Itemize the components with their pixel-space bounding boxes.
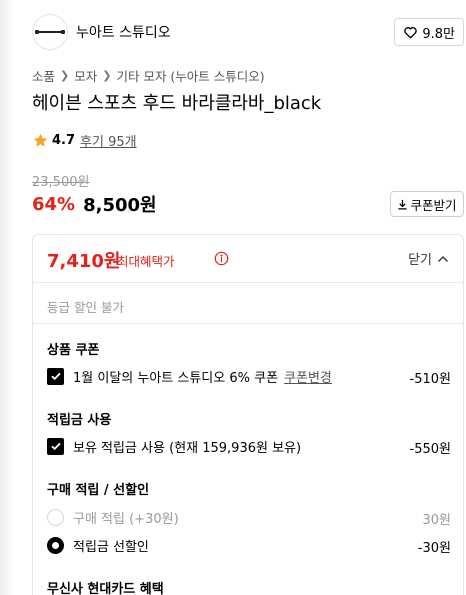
section-divider bbox=[33, 323, 463, 324]
check-icon bbox=[50, 442, 61, 451]
original-price: 23,500원 bbox=[32, 175, 90, 190]
info-icon[interactable] bbox=[214, 251, 229, 266]
coupon-amount: -510원 bbox=[409, 372, 451, 387]
points-option-row: 보유 적립금 사용 (현재 159,936원 보유) -550원 bbox=[47, 436, 451, 457]
breadcrumb: 소품 ❯ 모자 ❯ 기타 모자 (누아트 스튜디오) bbox=[32, 66, 265, 85]
brand-header: 누아트 스튜디오 9.8만 bbox=[32, 14, 464, 50]
brand-name[interactable]: 누아트 스튜디오 bbox=[76, 22, 171, 42]
coupon-change-link[interactable]: 쿠폰변경 bbox=[284, 367, 332, 386]
prediscount-label: 적립금 선할인 bbox=[73, 539, 149, 555]
coupon-item-label: 1월 이달의 누아트 스튜디오 6% 쿠폰 bbox=[73, 370, 279, 386]
purchase-reward-amount: 30원 bbox=[422, 513, 451, 528]
heart-icon bbox=[404, 26, 418, 38]
breadcrumb-item-brand-category[interactable]: 기타 모자 (누아트 스튜디오) bbox=[116, 66, 264, 85]
prediscount-option: 적립금 선할인 -30원 bbox=[47, 535, 451, 556]
max-benefit-label: 최대혜택가 bbox=[117, 254, 175, 269]
rating-row: 4.7 후기 95개 bbox=[32, 131, 137, 150]
download-icon bbox=[398, 199, 408, 210]
coupon-download-button[interactable]: 쿠폰받기 bbox=[390, 191, 464, 217]
breadcrumb-item-subcategory[interactable]: 모자 bbox=[74, 66, 97, 85]
points-section-title: 적립금 사용 bbox=[47, 413, 112, 428]
chevron-right-icon: ❯ bbox=[60, 69, 70, 82]
purchase-reward-label: 구매 적립 (+30원) bbox=[73, 511, 179, 527]
coupon-checkbox[interactable] bbox=[47, 367, 64, 385]
sale-price: 8,500원 bbox=[83, 195, 157, 216]
benefit-panel: 7,410원 최대혜택가 닫기 등급 할인 불가 상품 쿠폰 1월 이달의 누아… bbox=[32, 234, 464, 595]
prediscount-radio[interactable] bbox=[47, 536, 64, 554]
chevron-right-icon: ❯ bbox=[102, 69, 112, 82]
prediscount-amount: -30원 bbox=[417, 541, 451, 556]
rating-value: 4.7 bbox=[52, 133, 76, 148]
like-count: 9.8만 bbox=[422, 26, 455, 42]
price-row: 64% 8,500원 bbox=[32, 191, 157, 217]
points-checkbox[interactable] bbox=[47, 437, 64, 455]
purchase-reward-option: 구매 적립 (+30원) 30원 bbox=[47, 507, 451, 528]
purchase-reward-radio[interactable] bbox=[47, 508, 64, 526]
breadcrumb-item-category[interactable]: 소품 bbox=[32, 66, 55, 85]
card-section-title: 무신사 현대카드 혜택 bbox=[47, 582, 164, 595]
coupon-option-row: 1월 이달의 누아트 스튜디오 6% 쿠폰 쿠폰변경 -510원 bbox=[47, 366, 451, 387]
purchase-section-title: 구매 적립 / 선할인 bbox=[47, 483, 150, 498]
close-benefits-button[interactable]: 닫기 bbox=[408, 249, 449, 268]
max-benefit-price: 7,410원 bbox=[47, 251, 121, 272]
like-button[interactable]: 9.8만 bbox=[394, 18, 464, 46]
star-icon bbox=[33, 133, 48, 147]
points-amount: -550원 bbox=[409, 442, 451, 457]
benefit-panel-header: 7,410원 최대혜택가 닫기 bbox=[33, 235, 463, 283]
coupon-download-label: 쿠폰받기 bbox=[410, 197, 457, 213]
product-title: 헤이븐 스포츠 후드 바라클라바_black bbox=[32, 93, 322, 114]
grade-discount-note: 등급 할인 불가 bbox=[47, 300, 124, 315]
discount-rate: 64% bbox=[32, 193, 76, 215]
brand-logo[interactable] bbox=[32, 14, 68, 50]
points-item-label: 보유 적립금 사용 (현재 159,936원 보유) bbox=[73, 440, 302, 456]
check-icon bbox=[50, 372, 61, 381]
chevron-up-icon bbox=[438, 255, 448, 262]
close-label: 닫기 bbox=[408, 253, 432, 268]
review-link[interactable]: 후기 95개 bbox=[80, 131, 137, 150]
coupon-section-title: 상품 쿠폰 bbox=[47, 343, 100, 358]
left-edge-shadow bbox=[0, 0, 14, 595]
